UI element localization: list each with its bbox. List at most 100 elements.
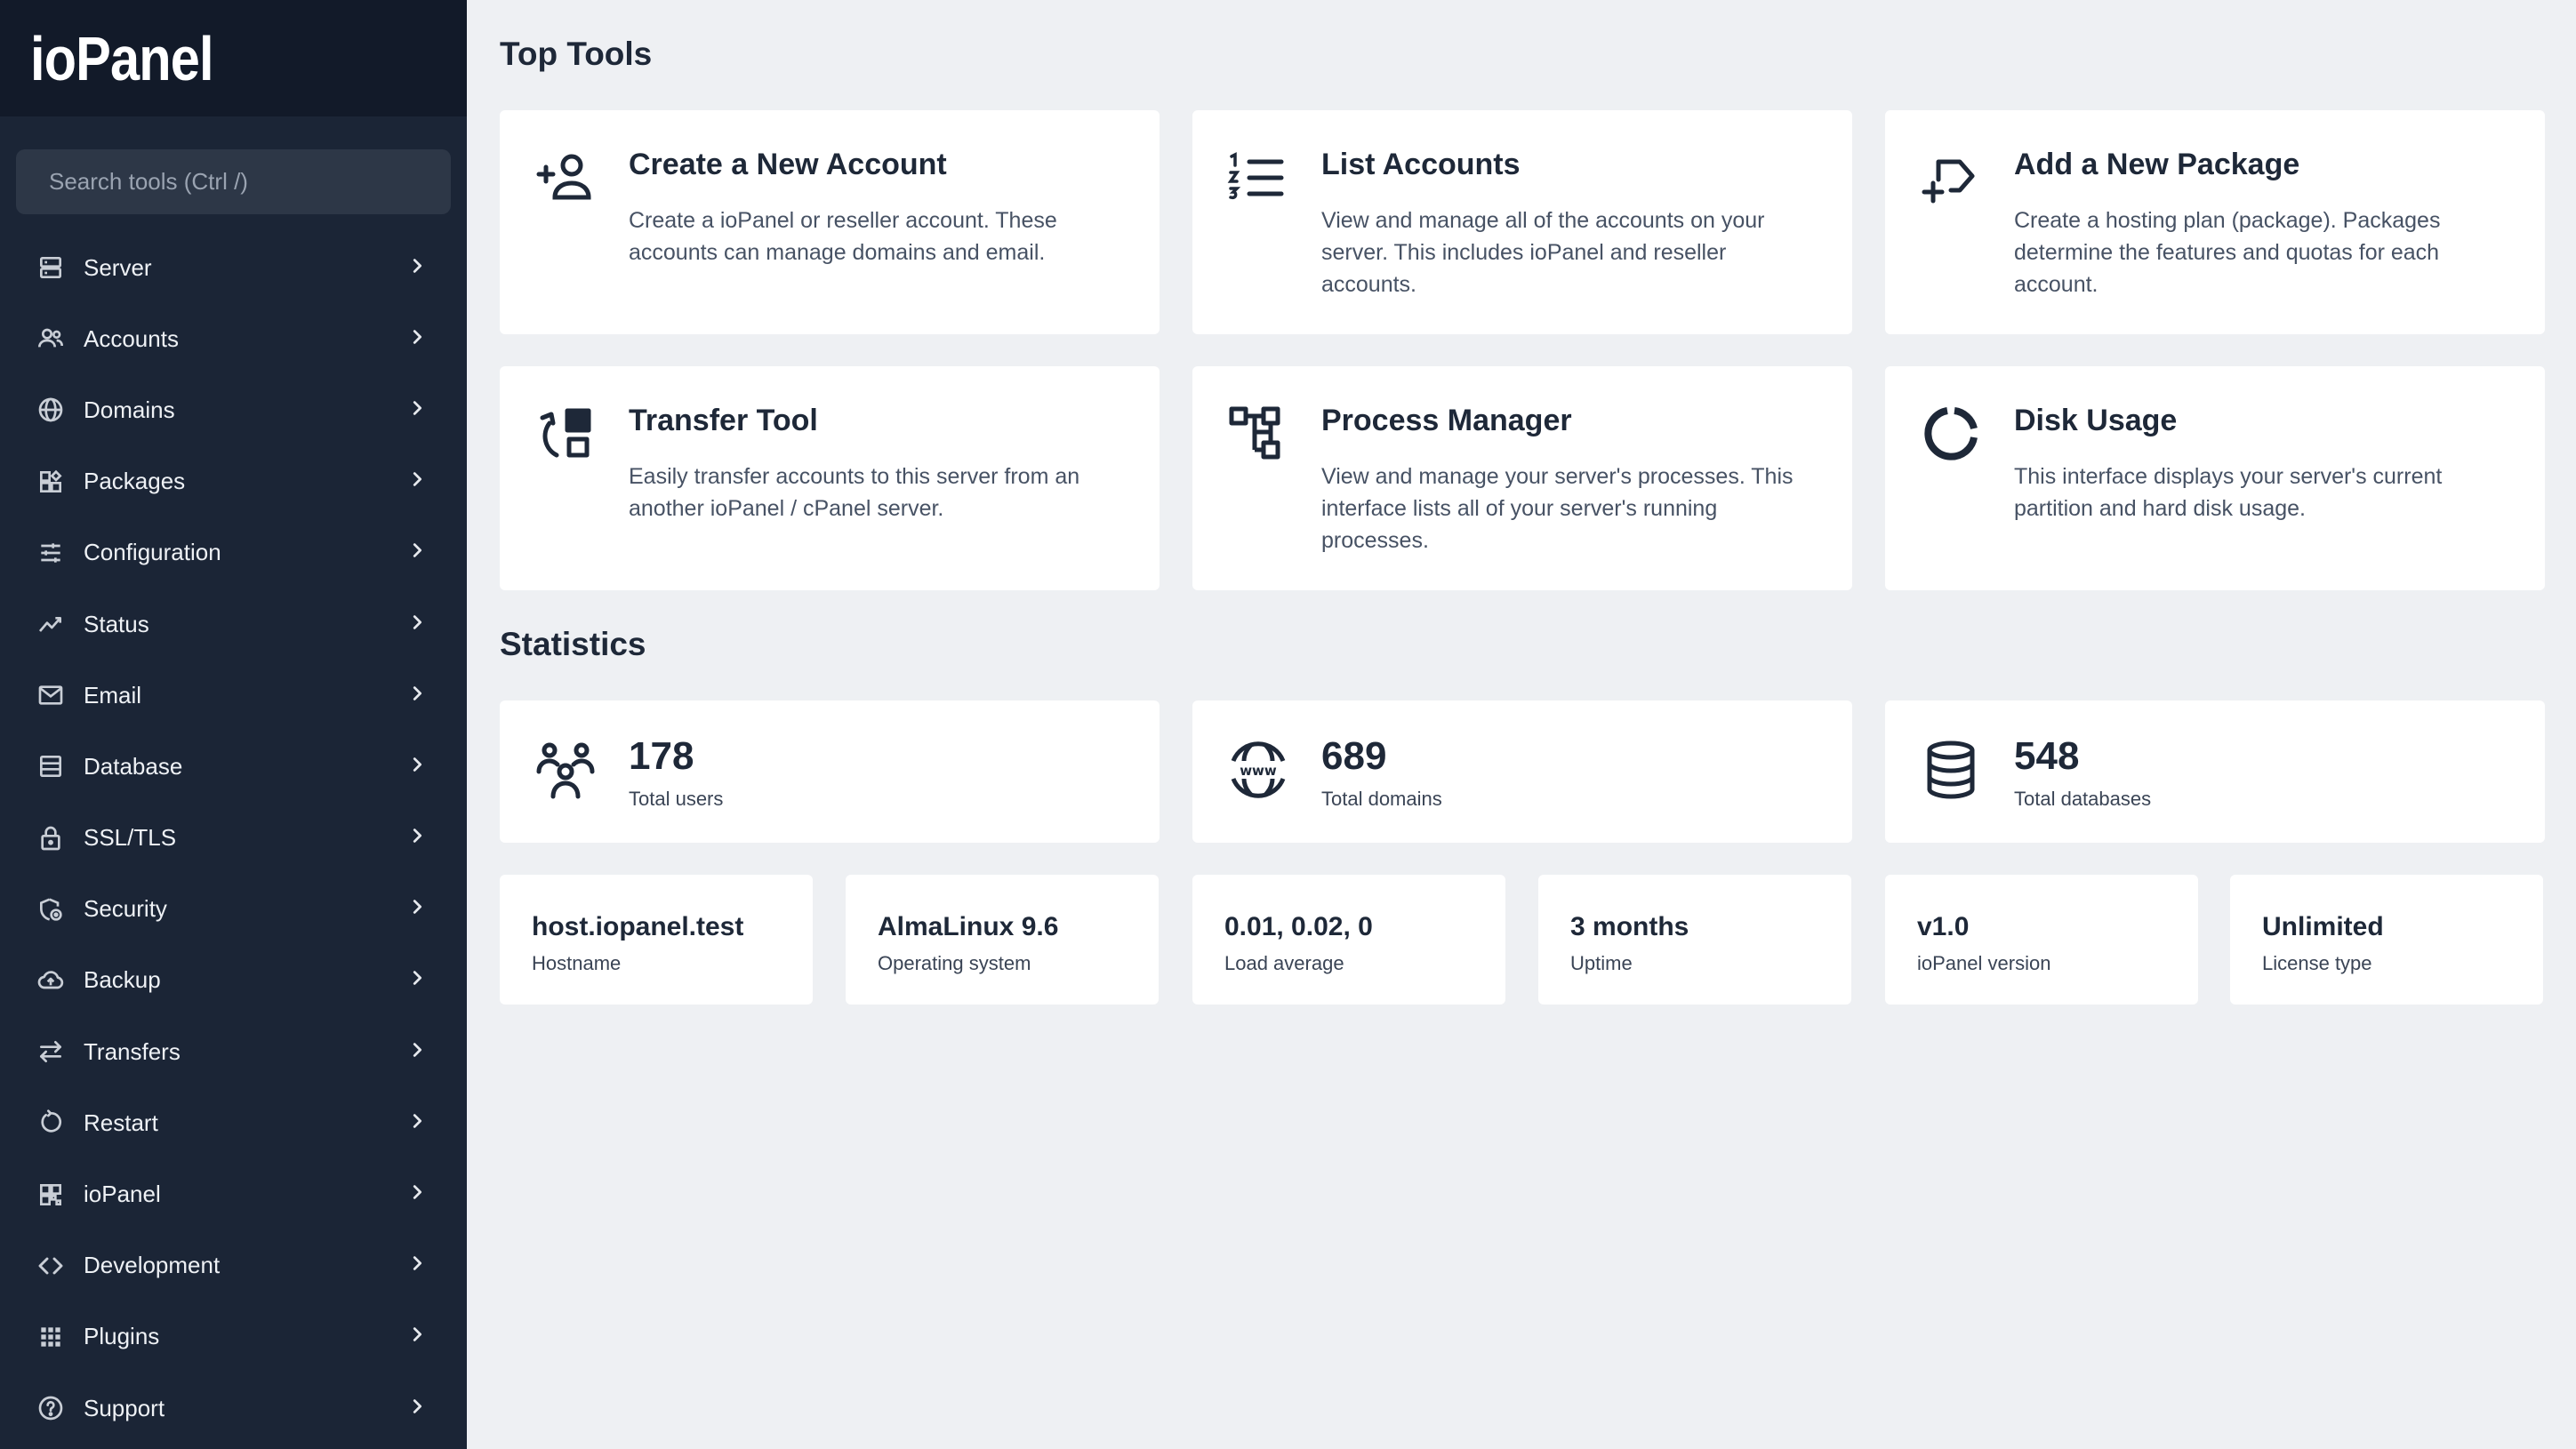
shield-icon (36, 894, 66, 925)
top-tools-heading: Top Tools (500, 36, 653, 72)
sliders-icon (36, 538, 66, 568)
stat-card-domains: www 689 Total domains (1192, 700, 1852, 843)
info-label: Hostname (532, 952, 622, 974)
chevron-right-icon (407, 327, 427, 351)
info-value: 3 months (1570, 912, 1689, 941)
sidebar-item-transfers[interactable]: Transfers (0, 1016, 467, 1087)
sidebar-item-security[interactable]: Security (0, 874, 467, 945)
globe-icon (36, 395, 66, 425)
stat-label: Total databases (2014, 788, 2152, 810)
transfer-icon (36, 1037, 66, 1067)
info-label: Load average (1224, 952, 1344, 974)
sidebar-item-email[interactable]: Email (0, 660, 467, 731)
sidebar-item-ssl-tls[interactable]: SSL/TLS (0, 803, 467, 874)
www-globe-icon: www (1226, 738, 1290, 802)
transfer-tool-icon (534, 402, 598, 466)
tool-description: View and manage your server's processes.… (1321, 464, 1794, 553)
tool-card-disk-usage[interactable]: Disk Usage This interface displays your … (1885, 366, 2545, 590)
sidebar-item-status[interactable]: Status (0, 588, 467, 660)
sidebar-nav: Server Accounts Domains Packages Configu… (0, 232, 467, 1444)
chevron-right-icon (407, 968, 427, 992)
database-icon (1919, 738, 1983, 802)
info-card-hostname: host.iopanel.test Hostname (500, 875, 813, 1005)
tool-title: Create a New Account (629, 148, 947, 181)
chart-line-icon (36, 609, 66, 639)
sidebar-item-iopanel[interactable]: ioPanel (0, 1158, 467, 1229)
sidebar-item-plugins[interactable]: Plugins (0, 1301, 467, 1373)
tool-description: This interface displays your server's cu… (2014, 464, 2443, 521)
info-label: Uptime (1570, 952, 1633, 974)
chevron-right-icon (407, 1253, 427, 1277)
sidebar-item-domains[interactable]: Domains (0, 374, 467, 445)
info-card-version: v1.0 ioPanel version (1885, 875, 2198, 1005)
sidebar-item-packages[interactable]: Packages (0, 446, 467, 517)
svg-text:www: www (1240, 763, 1277, 779)
tool-title: Add a New Package (2014, 148, 2300, 181)
sidebar-item-label: Development (84, 1252, 221, 1279)
tool-description: View and manage all of the accounts on y… (1321, 208, 1765, 297)
chevron-right-icon (407, 1040, 427, 1064)
sidebar-item-label: Server (84, 253, 152, 281)
tool-card-process-manager[interactable]: Process Manager View and manage your ser… (1192, 366, 1852, 590)
tool-title: List Accounts (1321, 148, 1521, 181)
main-content: Top Tools Create a New Account Create a … (467, 0, 2576, 1449)
sidebar-item-support[interactable]: Support (0, 1373, 467, 1444)
restart-icon (36, 1108, 66, 1138)
sidebar: ioPanel Server Accounts Domains (0, 0, 467, 1449)
logo-bar: ioPanel (0, 0, 467, 116)
packages-icon (36, 467, 66, 497)
sidebar-item-label: Domains (84, 396, 175, 423)
code-icon (36, 1251, 66, 1281)
sidebar-item-label: Accounts (84, 324, 179, 352)
sidebar-item-development[interactable]: Development (0, 1230, 467, 1301)
tool-card-transfer-tool[interactable]: Transfer Tool Easily transfer accounts t… (500, 366, 1160, 590)
sidebar-item-backup[interactable]: Backup (0, 945, 467, 1016)
sidebar-item-configuration[interactable]: Configuration (0, 517, 467, 588)
info-label: License type (2262, 952, 2372, 974)
chevron-right-icon (407, 256, 427, 280)
sidebar-item-label: Plugins (84, 1323, 160, 1350)
help-icon (36, 1393, 66, 1423)
tool-card-create-account[interactable]: Create a New Account Create a ioPanel or… (500, 110, 1160, 334)
stat-value: 689 (1321, 734, 1387, 778)
sidebar-item-accounts[interactable]: Accounts (0, 303, 467, 374)
sidebar-item-restart[interactable]: Restart (0, 1087, 467, 1158)
sidebar-item-label: Configuration (84, 539, 221, 566)
stat-value: 548 (2014, 734, 2080, 778)
chevron-right-icon (407, 612, 427, 636)
cloud-upload-icon (36, 965, 66, 996)
stat-card-databases: 548 Total databases (1885, 700, 2545, 843)
search-input[interactable] (16, 149, 451, 214)
sidebar-item-server[interactable]: Server (0, 232, 467, 303)
search-wrap (0, 116, 467, 214)
sidebar-item-label: Packages (84, 468, 186, 495)
chevron-right-icon (407, 1325, 427, 1349)
stat-value: 178 (629, 734, 694, 778)
app-logo[interactable]: ioPanel (30, 28, 214, 90)
tool-title: Transfer Tool (629, 404, 818, 437)
tool-description: Create a hosting plan (package). Package… (2014, 208, 2441, 297)
process-icon (1226, 402, 1290, 466)
chevron-right-icon (407, 826, 427, 850)
info-value: Unlimited (2262, 912, 2384, 941)
info-label: ioPanel version (1917, 952, 2051, 974)
stat-card-users: 178 Total users (500, 700, 1160, 843)
sidebar-item-database[interactable]: Database (0, 731, 467, 802)
sidebar-item-label: Database (84, 752, 183, 780)
tool-card-add-package[interactable]: Add a New Package Create a hosting plan … (1885, 110, 2545, 334)
chevron-right-icon (407, 1397, 427, 1421)
chevron-right-icon (407, 469, 427, 493)
sidebar-item-label: ioPanel (84, 1181, 161, 1208)
user-plus-icon (534, 146, 598, 210)
info-card-uptime: 3 months Uptime (1538, 875, 1851, 1005)
info-label: Operating system (878, 952, 1031, 974)
tag-plus-icon (1919, 146, 1983, 210)
sidebar-item-label: Security (84, 895, 167, 923)
statistics-heading: Statistics (500, 626, 646, 662)
users-icon (36, 324, 66, 354)
mail-icon (36, 680, 66, 710)
grid-icon (36, 1322, 66, 1352)
database-icon (36, 751, 66, 781)
info-value: v1.0 (1917, 912, 1970, 941)
tool-card-list-accounts[interactable]: List Accounts View and manage all of the… (1192, 110, 1852, 334)
